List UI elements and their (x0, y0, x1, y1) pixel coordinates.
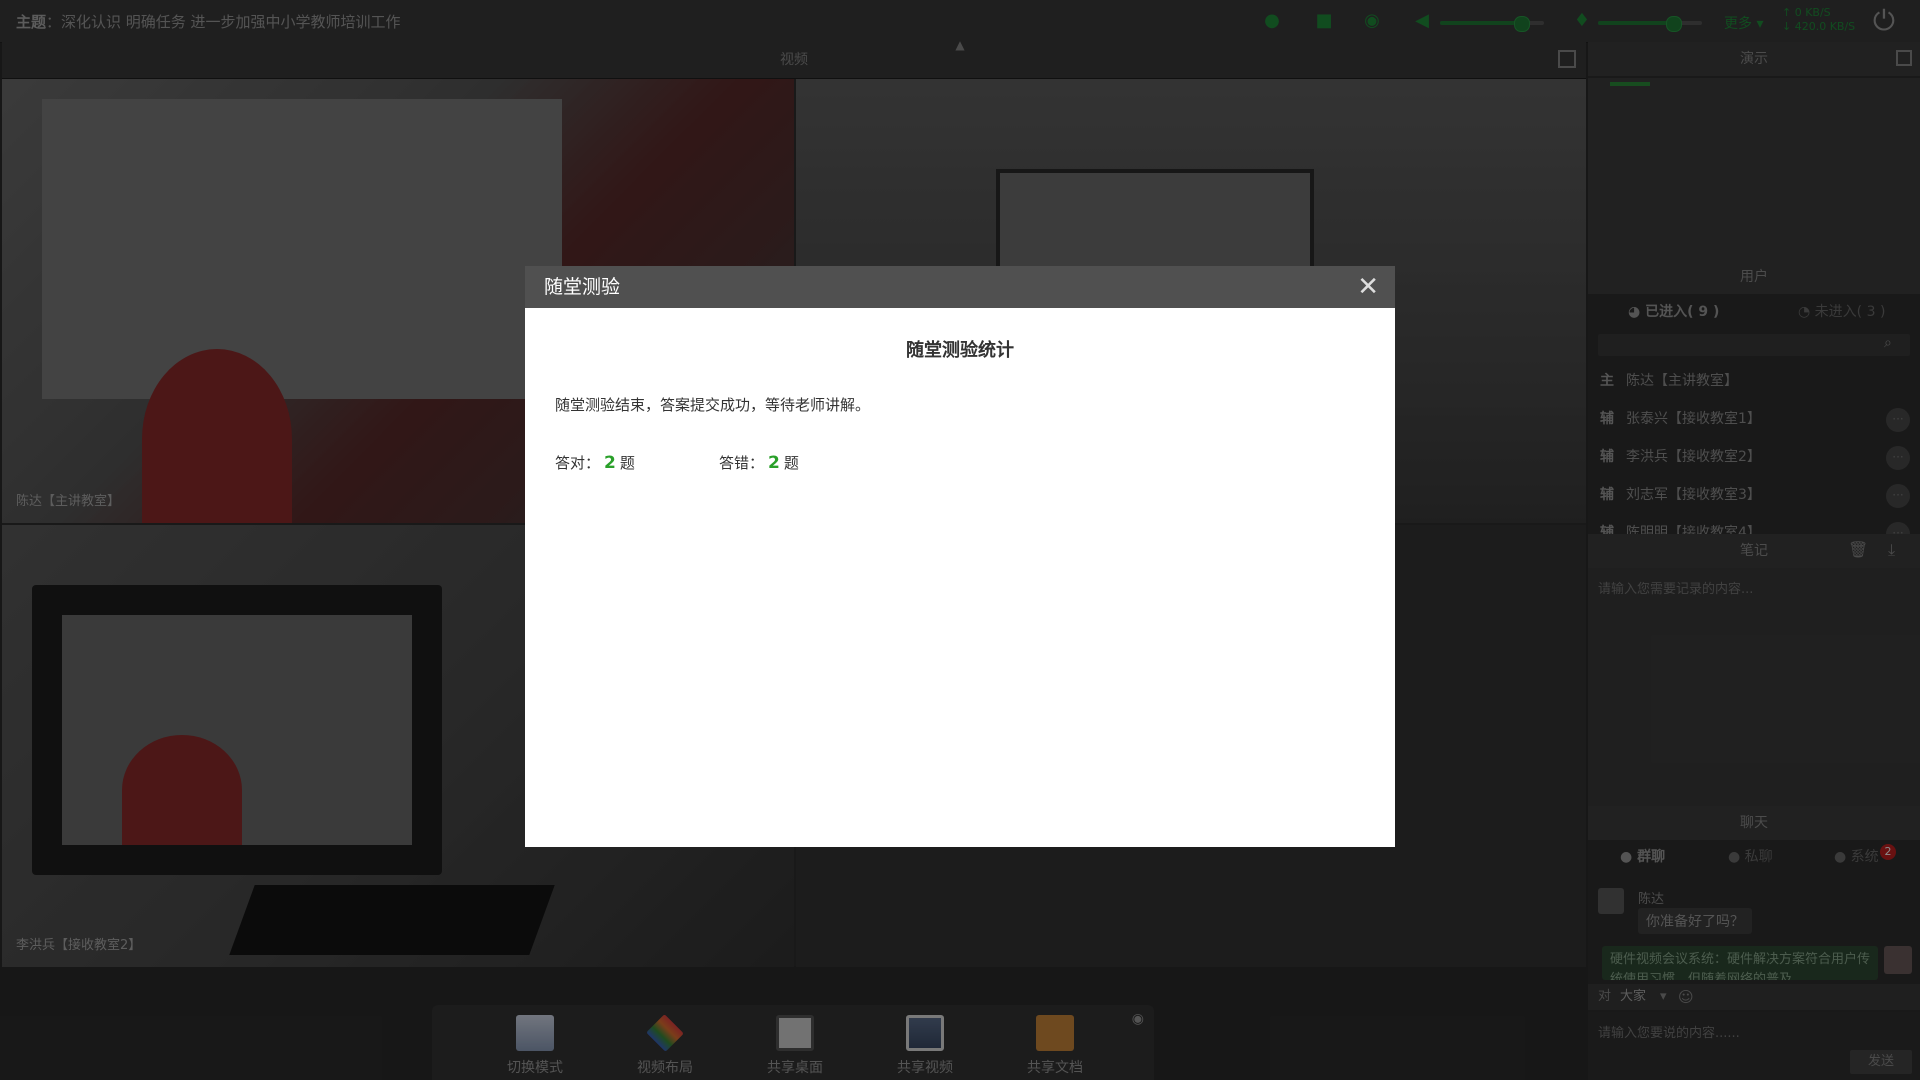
wrong-unit: 题 (783, 454, 799, 472)
close-icon[interactable]: ✕ (1357, 266, 1379, 308)
dialog-header: 随堂测验 ✕ (525, 266, 1395, 308)
correct-count: 2 (604, 453, 616, 473)
dialog-title: 随堂测验 (544, 276, 621, 298)
correct-count-stat: 答对： 2 题 (555, 452, 635, 473)
wrong-count: 2 (768, 453, 780, 473)
correct-label: 答对： (555, 454, 601, 472)
quiz-dialog: 随堂测验 ✕ 随堂测验统计 随堂测验结束，答案提交成功，等待老师讲解。 答对： 2… (525, 266, 1395, 847)
quiz-result-message: 随堂测验结束，答案提交成功，等待老师讲解。 (555, 396, 871, 414)
correct-unit: 题 (619, 454, 635, 472)
wrong-label: 答错： (719, 454, 765, 472)
quiz-stats-title: 随堂测验统计 (906, 340, 1014, 361)
wrong-count-stat: 答错： 2 题 (719, 452, 799, 473)
